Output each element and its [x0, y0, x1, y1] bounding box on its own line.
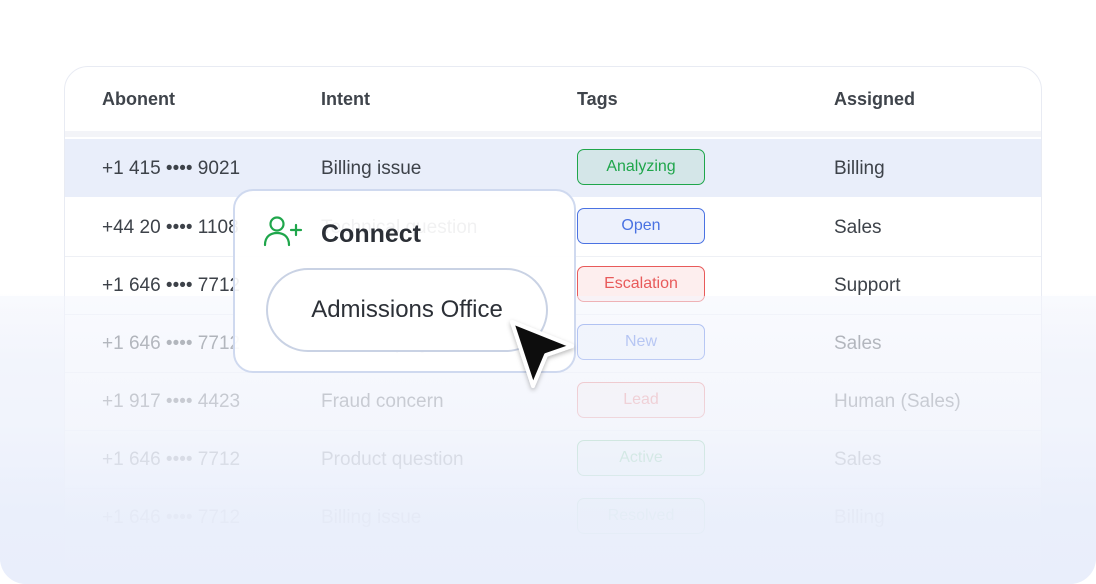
abonent-cell: +44 20 •••• 1108	[102, 217, 239, 238]
tag-badge[interactable]: Analyzing	[577, 149, 705, 185]
column-header-intent[interactable]: Intent	[321, 89, 370, 110]
column-header-assigned[interactable]: Assigned	[834, 89, 915, 110]
add-user-icon	[263, 216, 303, 247]
abonent-cell: +1 917 •••• 4423	[102, 391, 241, 412]
header-divider	[65, 131, 1041, 137]
column-header-tags[interactable]: Tags	[577, 89, 618, 110]
tag-badge[interactable]: Lead	[577, 382, 705, 418]
intent-cell: Fraud concern	[321, 391, 444, 412]
table-row[interactable]: +1 646 •••• 7712 Product question Sales Act…	[65, 430, 1041, 489]
popup-title: Connect	[321, 220, 421, 248]
assigned-cell: Support	[834, 275, 901, 296]
assigned-cell: Sales	[834, 333, 882, 354]
abonent-cell: +1 646 •••• 7712	[102, 507, 241, 528]
assigned-cell: Billing	[834, 158, 885, 179]
column-header-abonent[interactable]: Abonent	[102, 89, 175, 110]
intent-cell: Billing issue	[321, 158, 422, 179]
assigned-cell: Billing	[834, 507, 885, 528]
stage: Abonent Intent Tags Assigned +1 415 ••••…	[0, 0, 1096, 584]
abonent-cell: +1 646 •••• 7712	[102, 333, 241, 354]
tag-badge[interactable]: Resolved	[577, 498, 705, 534]
tag-badge[interactable]: New	[577, 324, 705, 360]
abonent-cell: +1 646 •••• 7712	[102, 275, 241, 296]
mouse-pointer-icon	[510, 320, 574, 388]
assigned-cell: Human (Sales)	[834, 391, 961, 412]
table-row[interactable]: +1 646 •••• 7712 Billing issue Billing Reso…	[65, 488, 1041, 547]
abonent-cell: +1 646 •••• 7712	[102, 449, 241, 470]
abonent-cell: +1 415 •••• 9021	[102, 158, 241, 179]
table-header: Abonent Intent Tags Assigned	[65, 67, 1041, 131]
assigned-cell: Sales	[834, 217, 882, 238]
intent-cell: Product question	[321, 449, 464, 470]
tag-badge[interactable]: Active	[577, 440, 705, 476]
tag-badge[interactable]: Escalation	[577, 266, 705, 302]
intent-cell: Billing issue	[321, 507, 422, 528]
tag-badge[interactable]: Open	[577, 208, 705, 244]
assigned-cell: Sales	[834, 449, 882, 470]
